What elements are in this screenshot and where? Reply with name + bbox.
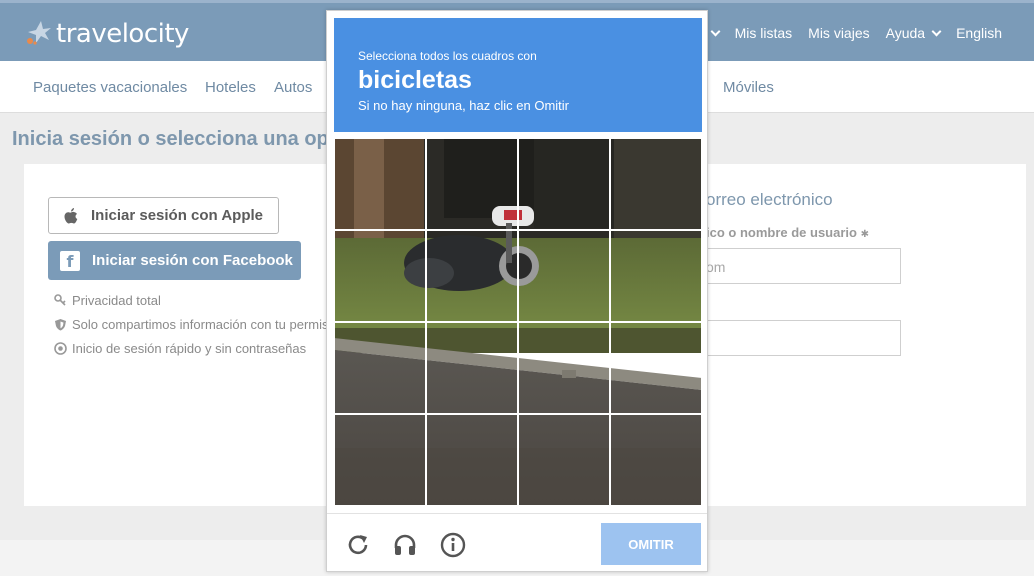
nav-mis-listas[interactable]: Mis listas [735, 25, 793, 41]
captcha-tile[interactable] [334, 414, 426, 506]
captcha-dialog: Selecciona todos los cuadros con bicicle… [326, 10, 708, 572]
captcha-tile[interactable] [610, 322, 702, 414]
password-input[interactable] [696, 320, 901, 356]
feature-sharing: Solo compartimos información con tu perm… [54, 317, 329, 332]
required-mark: ✱ [860, 229, 869, 240]
nav-moviles[interactable]: Móviles [723, 79, 774, 96]
star-logo-icon [27, 21, 51, 45]
apple-button-label: Iniciar sesión con Apple [91, 207, 263, 224]
captcha-tile[interactable] [518, 138, 610, 230]
page-title: Inicia sesión o selecciona una op [12, 128, 329, 150]
captcha-tile[interactable] [426, 138, 518, 230]
captcha-tile[interactable] [610, 230, 702, 322]
nav-autos[interactable]: Autos [274, 79, 312, 96]
captcha-tile[interactable] [334, 138, 426, 230]
nav-ayuda-label: Ayuda [885, 25, 926, 41]
feature-privacy-text: Privacidad total [72, 293, 161, 308]
top-nav: Mis listas Mis viajes Ayuda English [688, 25, 1002, 41]
apple-icon [64, 207, 78, 223]
captcha-tile[interactable] [426, 414, 518, 506]
reload-icon[interactable] [345, 532, 371, 558]
captcha-instruction-line1: Selecciona todos los cuadros con [358, 49, 537, 63]
captcha-tile[interactable] [426, 230, 518, 322]
captcha-tile[interactable] [610, 414, 702, 506]
captcha-tile[interactable] [518, 414, 610, 506]
audio-icon[interactable] [392, 532, 418, 558]
email-input[interactable]: om [696, 248, 901, 284]
captcha-instructions: Selecciona todos los cuadros con bicicle… [334, 18, 702, 132]
nav-hoteles[interactable]: Hoteles [205, 79, 256, 96]
captcha-tile[interactable] [610, 138, 702, 230]
nav-language[interactable]: English [956, 25, 1002, 41]
apple-signin-button[interactable]: Iniciar sesión con Apple [48, 197, 279, 234]
logo-text: travelocity [56, 19, 189, 49]
captcha-instruction-line2: Si no hay ninguna, haz clic en Omitir [358, 98, 569, 113]
shield-icon [55, 319, 66, 331]
captcha-tile[interactable] [426, 322, 518, 414]
captcha-image-grid [334, 138, 702, 506]
feature-sharing-text: Solo compartimos información con tu perm… [72, 317, 329, 332]
info-icon[interactable] [440, 532, 466, 558]
username-label: ico o nombre de usuario ✱ [706, 225, 869, 240]
captcha-tile[interactable] [334, 322, 426, 414]
nav-ayuda[interactable]: Ayuda [885, 25, 942, 41]
feature-fast: Inicio de sesión rápido y sin contraseña… [54, 341, 306, 356]
chevron-down-icon [931, 26, 942, 36]
captcha-tile[interactable] [334, 230, 426, 322]
feature-privacy: Privacidad total [54, 293, 161, 308]
email-heading: orreo electrónico [706, 190, 833, 209]
nav-mis-viajes[interactable]: Mis viajes [808, 25, 869, 41]
nav-paquetes[interactable]: Paquetes vacacionales [33, 79, 187, 96]
captcha-footer: OMITIR [327, 513, 707, 571]
facebook-icon: f [60, 250, 80, 271]
facebook-signin-button[interactable]: f Iniciar sesión con Facebook [48, 241, 301, 280]
captcha-target: bicicletas [358, 66, 472, 94]
captcha-tiles [334, 138, 702, 506]
captcha-tile[interactable] [518, 322, 610, 414]
facebook-button-label: Iniciar sesión con Facebook [92, 252, 293, 269]
target-icon [54, 342, 67, 355]
captcha-tile[interactable] [518, 230, 610, 322]
key-icon [54, 294, 66, 306]
username-label-text: ico o nombre de usuario [706, 225, 857, 240]
travelocity-logo[interactable]: travelocity [24, 19, 189, 49]
skip-button[interactable]: OMITIR [601, 523, 701, 565]
feature-fast-text: Inicio de sesión rápido y sin contraseña… [72, 341, 307, 356]
